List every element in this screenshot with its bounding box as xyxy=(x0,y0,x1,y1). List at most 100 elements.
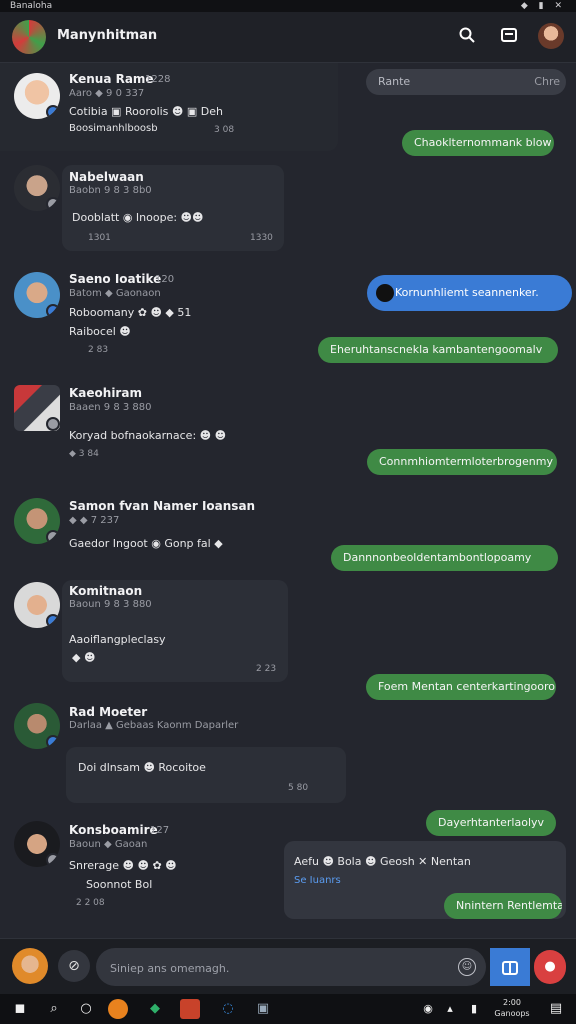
message-bubble-outgoing[interactable]: Eheruhtanscnekla kambantengoomalv xyxy=(318,337,558,363)
post-time: 1330 xyxy=(250,233,273,243)
post-author[interactable]: Saeno Ioatike xyxy=(69,272,161,286)
avatar[interactable] xyxy=(14,73,60,119)
post-footer: Soonnot Bol xyxy=(86,878,153,891)
battery-icon[interactable]: ▮ xyxy=(464,999,484,1019)
status-icon xyxy=(46,197,60,211)
message-bubble-outgoing[interactable]: Foem Mentan centerkartingoorom xyxy=(366,674,556,700)
post-author[interactable]: Komitnaon xyxy=(69,584,142,598)
message-input[interactable] xyxy=(108,948,452,988)
verified-icon xyxy=(46,105,60,119)
post-meta: ◆ ◆ 7 237 xyxy=(69,515,120,526)
app-header: Manynhitman xyxy=(0,12,576,63)
notifications-icon[interactable]: ▤ xyxy=(546,999,566,1019)
quote-text: Aefu ☻ Bola ☻ Geosh ✕ Nentan xyxy=(294,855,471,868)
edge-icon[interactable]: ◌ xyxy=(218,999,238,1019)
avatar[interactable] xyxy=(14,272,60,318)
list-item[interactable]: Komitnaon Baoun 9 8 3 880 Aaoiflangplecl… xyxy=(0,578,340,688)
message-bubble-outgoing[interactable]: Nnintern Rentlemtaen xyxy=(444,893,562,919)
list-item[interactable]: Kaeohiram Baaen 9 8 3 880 Koryad bofnaok… xyxy=(0,383,340,483)
page-title: Manynhitman xyxy=(57,28,158,43)
post-footer: ◆ ☻ xyxy=(72,651,96,664)
message-input-wrapper: ☺ xyxy=(96,948,486,988)
message-bubble-outgoing[interactable]: Dannnonbeoldentambontlopoamy xyxy=(331,545,558,571)
message-bubble-highlighted[interactable]: Kornunhliemt seannenker. xyxy=(367,275,572,311)
list-item[interactable]: Rad Moeter Darlaa ▲ Gebaas Kaonm Daparle… xyxy=(0,699,346,809)
record-button[interactable]: ● xyxy=(534,950,566,984)
post-time: 2 23 xyxy=(256,664,277,674)
post-text: Gaedor Ingoot ◉ Gonp fal ◆ xyxy=(69,537,223,550)
post-text: Dooblatt ◉ Inoope: ☻☻ xyxy=(72,211,204,224)
post-text: Cotibia ▣ Roorolis ☻ ▣ Deh xyxy=(69,105,223,118)
post-footer: ◆ 3 84 xyxy=(69,449,99,459)
post-author[interactable]: Kaeohiram xyxy=(69,386,142,400)
status-icons: ◆ ▮ ✕ xyxy=(520,1,566,11)
chat-feed[interactable]: Rante Chre Kenua Rame 1228 Aaro ◆ 9 0 33… xyxy=(0,63,576,938)
office-app-icon[interactable] xyxy=(180,999,200,1019)
profile-avatar[interactable] xyxy=(538,23,564,49)
taskbar: ◼ ⌕ ○ ◆ ◌ ▣ ◉ ▴ ▮ 2:00 Ganoops ▤ xyxy=(0,994,576,1024)
post-time: 3 08 xyxy=(214,125,235,135)
avatar[interactable] xyxy=(14,385,60,431)
composer-avatar[interactable] xyxy=(12,948,48,984)
post-author[interactable]: Kenua Rame xyxy=(69,72,154,86)
message-bubble-outgoing[interactable]: Dayerhtanterlaolyv xyxy=(426,810,556,836)
search-icon[interactable] xyxy=(456,26,478,48)
emoji-icon[interactable]: ☺ xyxy=(458,958,476,976)
post-text: Snrerage ☻ ☻ ✿ ☻ xyxy=(69,859,177,872)
top-search-field[interactable]: Rante Chre xyxy=(366,69,566,95)
post-text: Roboomany ✿ ☻ ◆ 51 xyxy=(69,306,192,319)
post-meta: Baaen 9 8 3 880 xyxy=(69,402,152,413)
list-item[interactable]: Nabelwaan Baobn 9 8 3 8b0 Dooblatt ◉ Ino… xyxy=(0,163,340,253)
post-meta: Batom ◆ Gaonaon xyxy=(69,288,161,299)
avatar[interactable] xyxy=(14,821,60,867)
post-footer: Raibocel ☻ xyxy=(69,325,131,338)
post-text: Koryad bofnaokarnace: ☻ ☻ xyxy=(69,429,227,442)
verified-icon xyxy=(46,614,60,628)
gallery-button[interactable] xyxy=(490,948,530,986)
post-text: Doi dlnsam ☻ Rocoitoe xyxy=(78,761,206,774)
start-icon[interactable]: ◼ xyxy=(10,999,30,1019)
attach-icon[interactable]: ⊘ xyxy=(58,950,90,982)
post-footer: Boosimanhlboosb xyxy=(69,123,158,134)
clock[interactable]: 2:00 Ganoops xyxy=(492,997,532,1019)
task-view-icon[interactable]: ○ xyxy=(76,999,96,1019)
wifi-icon[interactable]: ▴ xyxy=(440,999,460,1019)
list-item[interactable]: Kenua Rame 1228 Aaro ◆ 9 0 337 Cotibia ▣… xyxy=(0,63,340,153)
browser-icon[interactable] xyxy=(108,999,128,1019)
post-author[interactable]: Samon fvan Namer Ioansan xyxy=(69,499,255,513)
verified-icon xyxy=(46,304,60,318)
post-meta: Baobn 9 8 3 8b0 xyxy=(69,185,152,196)
chat-app-icon[interactable]: ◆ xyxy=(145,999,165,1019)
status-bar: Banaloha ◆ ▮ ✕ xyxy=(0,0,576,12)
verified-icon xyxy=(46,735,60,749)
post-handle: 120 xyxy=(155,274,175,285)
chat-tray-icon[interactable]: ◉ xyxy=(418,999,438,1019)
message-bubble-outgoing[interactable]: Connmhiomtermloterbrogenmy xyxy=(367,449,557,475)
avatar[interactable] xyxy=(14,165,60,211)
post-card xyxy=(66,747,346,803)
list-item[interactable]: Samon fvan Namer Ioansan ◆ ◆ 7 237 Gaedo… xyxy=(0,496,340,566)
inbox-icon[interactable] xyxy=(498,26,520,48)
post-author[interactable]: Rad Moeter xyxy=(69,705,147,719)
user-avatar-icon xyxy=(376,284,394,302)
post-handle: 1228 xyxy=(145,74,171,85)
post-author[interactable]: Nabelwaan xyxy=(69,170,144,184)
avatar[interactable] xyxy=(14,498,60,544)
list-item[interactable]: Saeno Ioatike 120 Batom ◆ Gaonaon Roboom… xyxy=(0,270,340,370)
store-icon[interactable]: ▣ xyxy=(253,999,273,1019)
app-logo[interactable] xyxy=(12,20,46,54)
post-handle: 127 xyxy=(150,825,170,836)
search-taskbar-icon[interactable]: ⌕ xyxy=(44,999,64,1019)
post-meta: Baoun 9 8 3 880 xyxy=(69,599,152,610)
avatar[interactable] xyxy=(14,582,60,628)
post-meta: Baoun ◆ Gaoan xyxy=(69,839,148,850)
avatar[interactable] xyxy=(14,703,60,749)
status-icon xyxy=(46,530,60,544)
top-search-placeholder: Rante xyxy=(378,75,411,88)
post-meta: Darlaa ▲ Gebaas Kaonm Daparler xyxy=(69,720,239,731)
post-time: 2 2 08 xyxy=(76,898,105,908)
post-text: Aaoiflangpleclasy xyxy=(69,633,166,646)
message-bubble-outgoing[interactable]: Chaoklternommank blow xyxy=(402,130,554,156)
quote-link[interactable]: Se Iuanrs xyxy=(294,875,341,886)
post-author[interactable]: Konsboamire xyxy=(69,823,158,837)
